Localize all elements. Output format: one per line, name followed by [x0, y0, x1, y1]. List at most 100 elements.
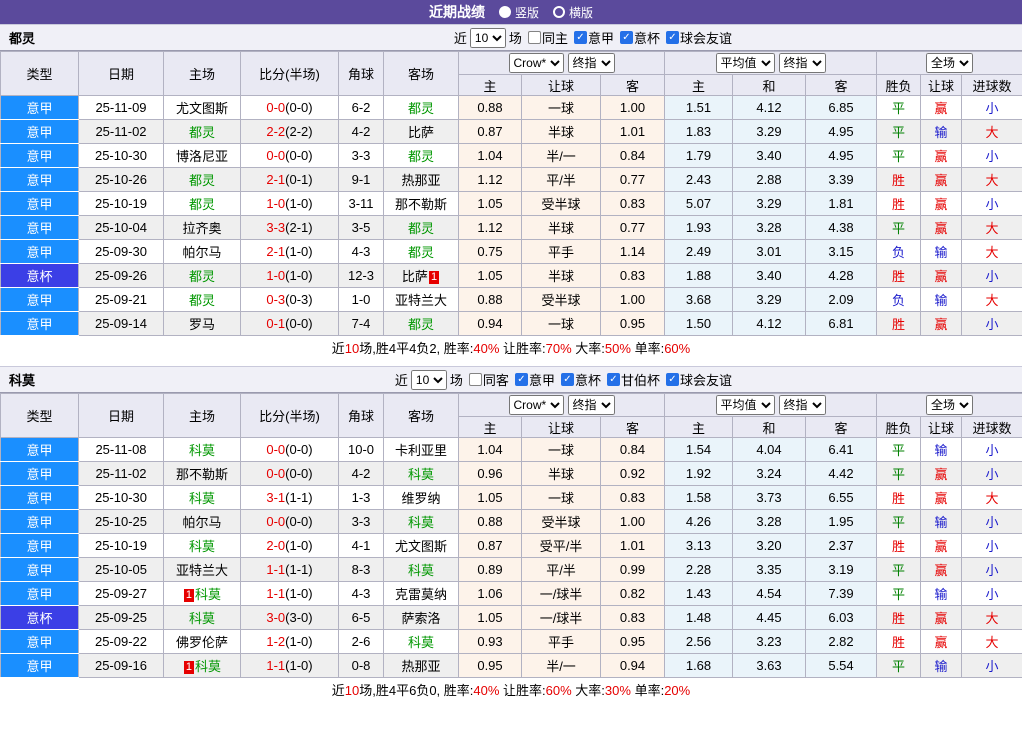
final-index-select[interactable]: 终指	[568, 395, 615, 415]
recent-count-select[interactable]: 10	[470, 28, 506, 48]
team-name[interactable]: 都灵	[408, 245, 434, 260]
fulltime-score: 0-0	[266, 466, 285, 481]
team-name[interactable]: 科莫	[195, 587, 221, 602]
filter-option[interactable]: ✓甘伯杯	[607, 370, 660, 389]
team-name[interactable]: 帕尔马	[182, 245, 221, 260]
scope-select[interactable]: 全场	[926, 395, 973, 415]
team-name[interactable]: 科莫	[408, 515, 434, 530]
team-name[interactable]: 都灵	[408, 317, 434, 332]
match-date-cell: 25-10-26	[79, 168, 164, 192]
team-name[interactable]: 都灵	[408, 149, 434, 164]
team-name[interactable]: 萨索洛	[401, 611, 440, 626]
summary-value: 60%	[546, 683, 572, 698]
result-cell: 胜	[877, 192, 921, 216]
match-row: 意甲25-09-161科莫1-1(1-0)0-8热那亚0.95半/一0.941.…	[1, 654, 1022, 678]
filter-option[interactable]: 同客	[469, 370, 509, 389]
match-date-cell: 25-11-02	[79, 120, 164, 144]
final-index-select[interactable]: 终指	[779, 395, 826, 415]
recent-count-select[interactable]: 10	[411, 370, 447, 390]
team-name[interactable]: 那不勒斯	[395, 197, 447, 212]
checkbox-unchecked-icon[interactable]	[469, 373, 482, 386]
filter-option[interactable]: ✓意甲	[574, 28, 614, 47]
filter-option[interactable]: ✓意杯	[620, 28, 660, 47]
halftime-score: (2-2)	[285, 124, 312, 139]
league-type-cell: 意甲	[1, 510, 79, 534]
team-name[interactable]: 尤文图斯	[395, 539, 447, 554]
team-name[interactable]: 都灵	[189, 293, 215, 308]
team-name[interactable]: 科莫	[408, 467, 434, 482]
final-index-select[interactable]: 终指	[568, 53, 615, 73]
average-select[interactable]: 平均值	[716, 53, 775, 73]
team-name[interactable]: 科莫	[189, 491, 215, 506]
result-cell: 平	[877, 120, 921, 144]
team-name[interactable]: 都灵	[189, 173, 215, 188]
column-header: 角球	[339, 394, 384, 438]
team-name[interactable]: 比萨	[408, 125, 434, 140]
team-name[interactable]: 科莫	[189, 539, 215, 554]
column-header: 比分(半场)	[241, 394, 339, 438]
team-name[interactable]: 拉齐奥	[182, 221, 221, 236]
team-name[interactable]: 都灵	[408, 101, 434, 116]
team-name-heading: 科莫	[0, 370, 35, 389]
checkbox-checked-icon[interactable]: ✓	[574, 31, 587, 44]
score-cell: 3-3(2-1)	[241, 216, 339, 240]
checkbox-checked-icon[interactable]: ✓	[607, 373, 620, 386]
team-name[interactable]: 科莫	[408, 563, 434, 578]
fulltime-score: 2-0	[266, 538, 285, 553]
team-name[interactable]: 热那亚	[401, 173, 440, 188]
team-name[interactable]: 卡利亚里	[395, 443, 447, 458]
odds-source-select[interactable]: Crow*	[509, 395, 564, 415]
team-name[interactable]: 科莫	[408, 635, 434, 650]
handicap-odds-cell: 一球	[522, 438, 601, 462]
team-name[interactable]: 亚特兰大	[176, 563, 228, 578]
team-name[interactable]: 尤文图斯	[176, 101, 228, 116]
sub-column-header: 让球	[921, 417, 962, 438]
checkbox-checked-icon[interactable]: ✓	[666, 373, 679, 386]
team-name[interactable]: 帕尔马	[182, 515, 221, 530]
scope-select[interactable]: 全场	[926, 53, 973, 73]
filter-option[interactable]: 同主	[528, 28, 568, 47]
team-name[interactable]: 博洛尼亚	[176, 149, 228, 164]
team-name[interactable]: 维罗纳	[401, 491, 440, 506]
team-name[interactable]: 都灵	[408, 221, 434, 236]
average-select[interactable]: 平均值	[716, 395, 775, 415]
team-name[interactable]: 都灵	[189, 197, 215, 212]
team-name[interactable]: 那不勒斯	[176, 467, 228, 482]
team-name[interactable]: 亚特兰大	[395, 293, 447, 308]
average-odds-cell: 3.29	[733, 288, 806, 312]
checkbox-unchecked-icon[interactable]	[528, 31, 541, 44]
team-name[interactable]: 都灵	[189, 125, 215, 140]
team-name[interactable]: 比萨	[402, 269, 428, 284]
checkbox-checked-icon[interactable]: ✓	[666, 31, 679, 44]
result-cell: 大	[962, 240, 1022, 264]
horizontal-layout-radio[interactable]: 横版	[553, 4, 593, 21]
filter-option[interactable]: ✓球会友谊	[666, 370, 732, 389]
checkbox-checked-icon[interactable]: ✓	[515, 373, 528, 386]
near-label: 近	[395, 370, 408, 389]
filter-label: 同客	[483, 370, 509, 389]
final-index-select[interactable]: 终指	[779, 53, 826, 73]
odds-source-select[interactable]: Crow*	[509, 53, 564, 73]
match-row: 意杯25-09-25科莫3-0(3-0)6-5萨索洛1.05一/球半0.831.…	[1, 606, 1022, 630]
checkbox-checked-icon[interactable]: ✓	[620, 31, 633, 44]
filter-option[interactable]: ✓意杯	[561, 370, 601, 389]
result-cell: 小	[962, 534, 1022, 558]
team-name[interactable]: 罗马	[189, 317, 215, 332]
team-name[interactable]: 克雷莫纳	[395, 587, 447, 602]
filter-option[interactable]: ✓球会友谊	[666, 28, 732, 47]
team-name[interactable]: 热那亚	[401, 659, 440, 674]
team-name[interactable]: 科莫	[189, 443, 215, 458]
handicap-odds-cell: 一/球半	[522, 582, 601, 606]
team-name[interactable]: 科莫	[195, 659, 221, 674]
team-name[interactable]: 都灵	[189, 269, 215, 284]
team-name[interactable]: 佛罗伦萨	[176, 635, 228, 650]
filter-option[interactable]: ✓意甲	[515, 370, 555, 389]
halftime-score: (2-1)	[285, 220, 312, 235]
vertical-layout-radio[interactable]: 竖版	[499, 4, 539, 21]
match-row: 意甲25-09-271科莫1-1(1-0)4-3克雷莫纳1.06一/球半0.82…	[1, 582, 1022, 606]
team-name[interactable]: 科莫	[189, 611, 215, 626]
checkbox-checked-icon[interactable]: ✓	[561, 373, 574, 386]
result-cell: 小	[962, 654, 1022, 678]
handicap-odds-cell: 受半球	[522, 288, 601, 312]
average-odds-cell: 3.68	[665, 288, 733, 312]
